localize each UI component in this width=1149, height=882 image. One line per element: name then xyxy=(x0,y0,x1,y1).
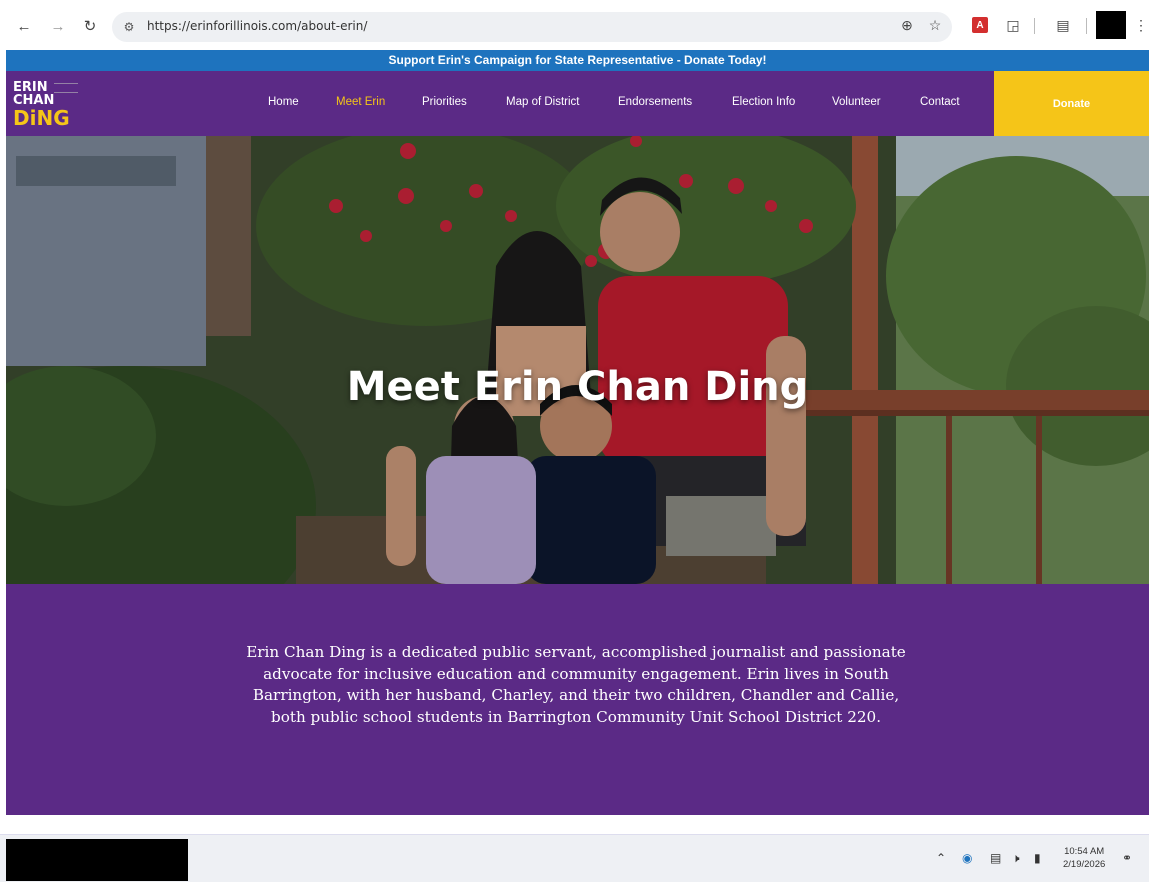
donate-banner[interactable]: Support Erin's Campaign for State Repres… xyxy=(6,50,1149,71)
nav-election-info[interactable]: Election Info xyxy=(732,96,795,108)
logo-tagline-mark xyxy=(54,83,78,93)
system-clock[interactable]: 10:54 AM 2/19/2026 xyxy=(1063,845,1105,871)
extensions-icon[interactable]: ◲ xyxy=(1002,14,1024,36)
clock-date: 2/19/2026 xyxy=(1063,859,1106,870)
taskbar: ⌃ ◉ ▤ 🕨 ▮ 10:54 AM 2/19/2026 ⚭ xyxy=(0,834,1149,882)
star-icon[interactable]: ☆ xyxy=(924,14,946,36)
hero-title: Meet Erin Chan Ding xyxy=(346,364,809,410)
chevron-up-icon[interactable]: ⌃ xyxy=(936,851,946,865)
logo-line-ding: DiNG xyxy=(13,106,70,130)
url-text[interactable]: https://erinforillinois.com/about-erin/ xyxy=(147,19,367,33)
back-arrow-icon[interactable]: ← xyxy=(14,16,34,36)
site-logo[interactable]: ERIN CHAN DiNG xyxy=(13,81,83,129)
about-section: Erin Chan Ding is a dedicated public ser… xyxy=(6,584,1149,815)
about-paragraph: Erin Chan Ding is a dedicated public ser… xyxy=(246,643,906,726)
reading-list-icon[interactable]: ▤ xyxy=(1052,14,1074,36)
toolbar-divider xyxy=(1034,18,1035,34)
battery-icon[interactable]: ▮ xyxy=(1034,851,1041,865)
donate-button[interactable]: Donate xyxy=(994,71,1149,136)
hero-section: Meet Erin Chan Ding xyxy=(6,136,1149,584)
family-photo xyxy=(6,136,1149,584)
nav-endorsements[interactable]: Endorsements xyxy=(618,96,692,108)
browser-toolbar: ← → ↻ ⚙ https://erinforillinois.com/abou… xyxy=(0,0,1149,50)
nav-meet-erin[interactable]: Meet Erin xyxy=(336,96,385,108)
nav-priorities[interactable]: Priorities xyxy=(422,96,467,108)
pdf-icon[interactable]: A xyxy=(972,17,988,33)
webpage: Support Erin's Campaign for State Repres… xyxy=(6,50,1149,815)
network-icon[interactable]: ▤ xyxy=(990,851,1001,865)
clock-time: 10:54 AM xyxy=(1064,846,1105,857)
taskbar-apps-redacted[interactable] xyxy=(6,839,188,881)
zoom-icon[interactable]: ⊕ xyxy=(896,14,918,36)
profile-avatar[interactable] xyxy=(1096,11,1126,39)
toolbar-divider xyxy=(1086,18,1087,34)
reload-icon[interactable]: ↻ xyxy=(80,16,100,36)
nav-volunteer[interactable]: Volunteer xyxy=(832,96,881,108)
site-settings-icon[interactable]: ⚙ xyxy=(120,18,138,36)
nav-home[interactable]: Home xyxy=(268,96,299,108)
more-menu-icon[interactable]: ⋮ xyxy=(1130,14,1149,36)
nav-map-of-district[interactable]: Map of District xyxy=(506,96,580,108)
security-icon[interactable]: ◉ xyxy=(962,851,972,865)
forward-arrow-icon[interactable]: → xyxy=(48,16,68,36)
volume-icon[interactable]: 🕨 xyxy=(1012,851,1020,866)
nav-contact[interactable]: Contact xyxy=(920,96,960,108)
site-header: ERIN CHAN DiNG Home Meet Erin Priorities… xyxy=(6,71,1149,136)
notifications-icon[interactable]: ⚭ xyxy=(1122,851,1132,865)
